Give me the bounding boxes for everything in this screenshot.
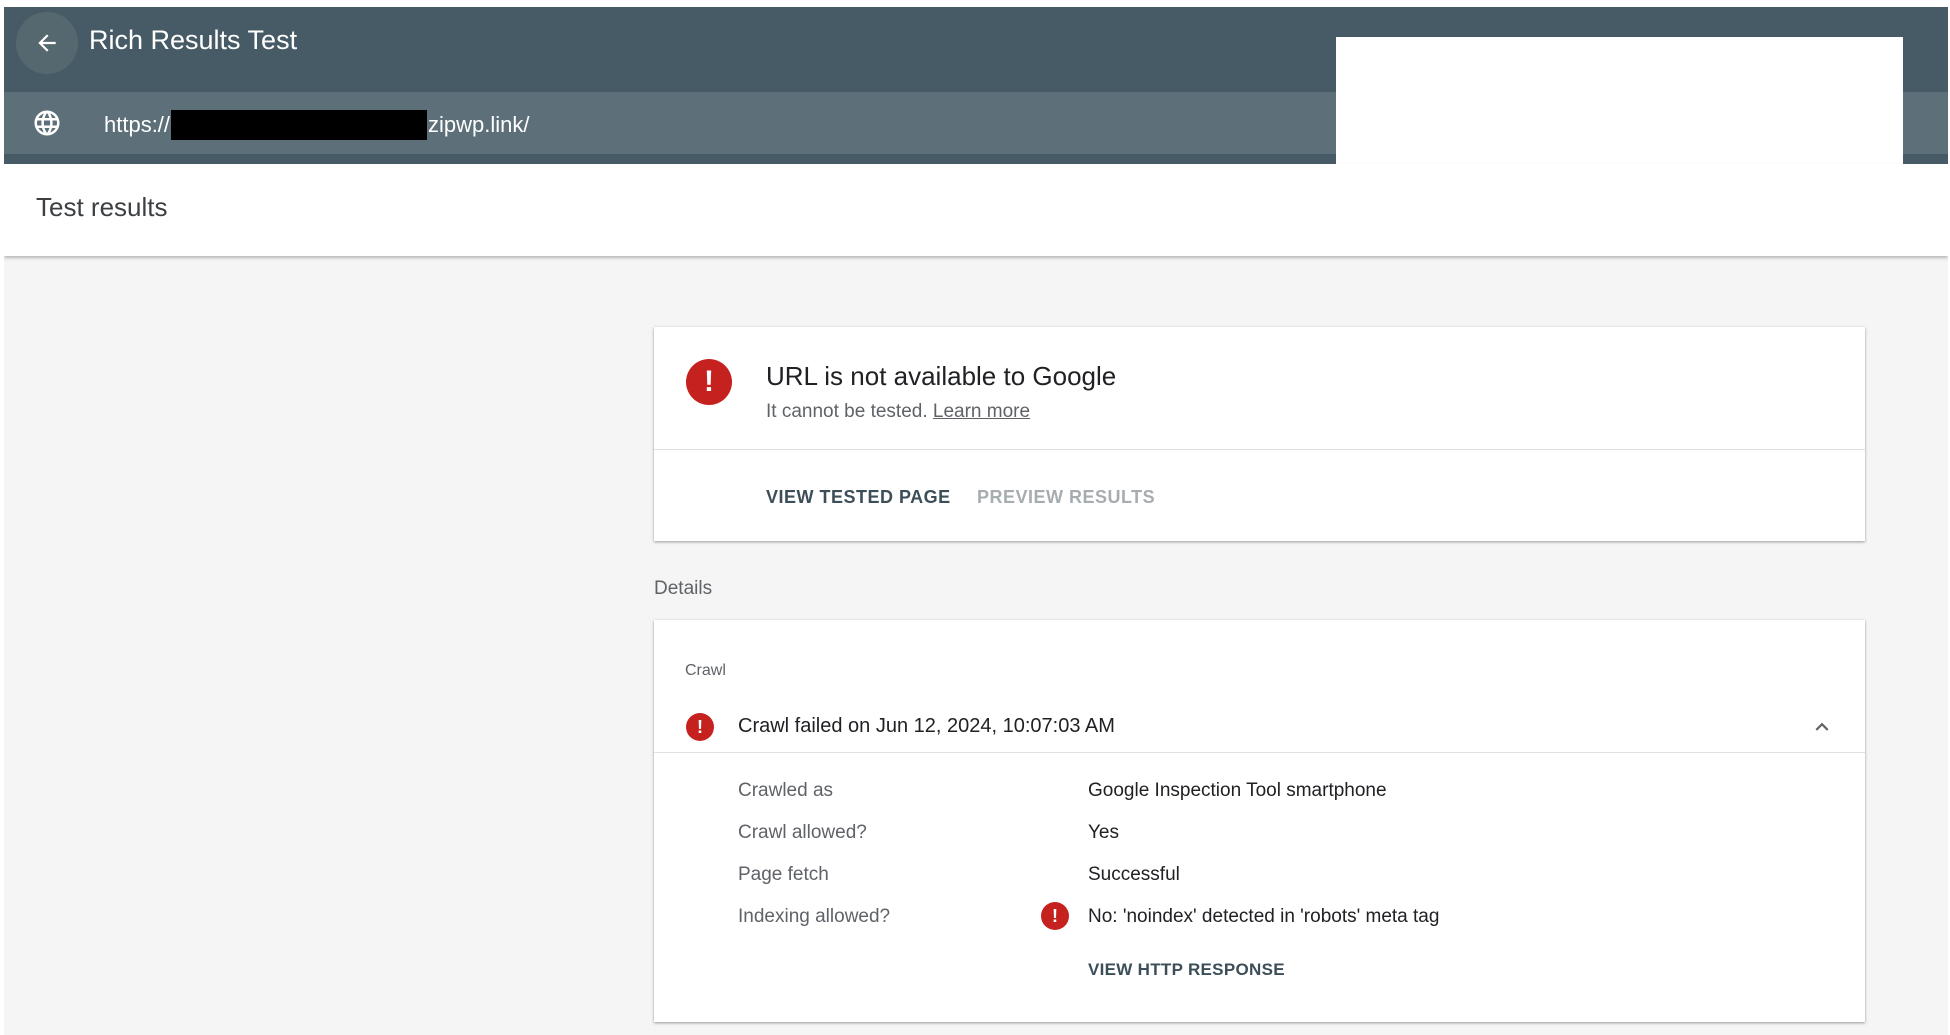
app-frame: Rich Results Test https:// zipwp.link/ T…: [4, 7, 1948, 1035]
preview-results-button[interactable]: PREVIEW RESULTS: [977, 487, 1155, 508]
detail-label-page-fetch: Page fetch: [738, 864, 829, 885]
detail-value-crawled-as: Google Inspection Tool smartphone: [1088, 780, 1387, 801]
crawl-section-label: Crawl: [685, 662, 726, 679]
details-label: Details: [654, 578, 713, 599]
learn-more-link[interactable]: Learn more: [933, 401, 1030, 422]
status-subtitle-text: It cannot be tested.: [766, 401, 928, 422]
error-icon: !: [686, 713, 714, 741]
app-title: Rich Results Test: [89, 25, 298, 55]
status-title: URL is not available to Google: [766, 361, 1117, 391]
detail-label-crawled-as: Crawled as: [738, 780, 834, 801]
redaction-bar: [171, 110, 428, 140]
detail-label-indexing-allowed: Indexing allowed?: [738, 906, 891, 927]
back-button[interactable]: [16, 12, 78, 74]
crawl-divider: [654, 752, 1865, 753]
error-icon: !: [1041, 902, 1069, 930]
url-text: https:// zipwp.link/: [104, 110, 530, 140]
crawl-card: Crawl ! Crawl failed on Jun 12, 2024, 10…: [654, 620, 1865, 1022]
detail-label-crawl-allowed: Crawl allowed?: [738, 822, 867, 843]
status-card: ! URL is not available to Google It cann…: [654, 327, 1865, 541]
page-title: Test results: [36, 192, 168, 222]
detail-value-page-fetch: Successful: [1088, 864, 1180, 885]
redaction-block: [1336, 37, 1903, 164]
arrow-back-icon: [38, 34, 56, 52]
detail-value-crawl-allowed: Yes: [1088, 822, 1119, 843]
detail-value-indexing-allowed: No: 'noindex' detected in 'robots' meta …: [1088, 906, 1440, 927]
status-subtitle: It cannot be tested. Learn more: [766, 401, 1030, 423]
chevron-up-icon[interactable]: [1809, 714, 1835, 740]
error-icon: !: [686, 359, 732, 405]
url-prefix: https://: [104, 112, 171, 137]
view-tested-page-button[interactable]: VIEW TESTED PAGE: [766, 487, 951, 508]
url-suffix: zipwp.link/: [428, 112, 530, 137]
globe-icon: [34, 110, 60, 136]
card-divider: [654, 449, 1865, 450]
title-strip: Test results: [4, 164, 1948, 256]
view-http-response-button[interactable]: VIEW HTTP RESPONSE: [1088, 960, 1285, 980]
crawl-status-text: Crawl failed on Jun 12, 2024, 10:07:03 A…: [738, 715, 1115, 737]
